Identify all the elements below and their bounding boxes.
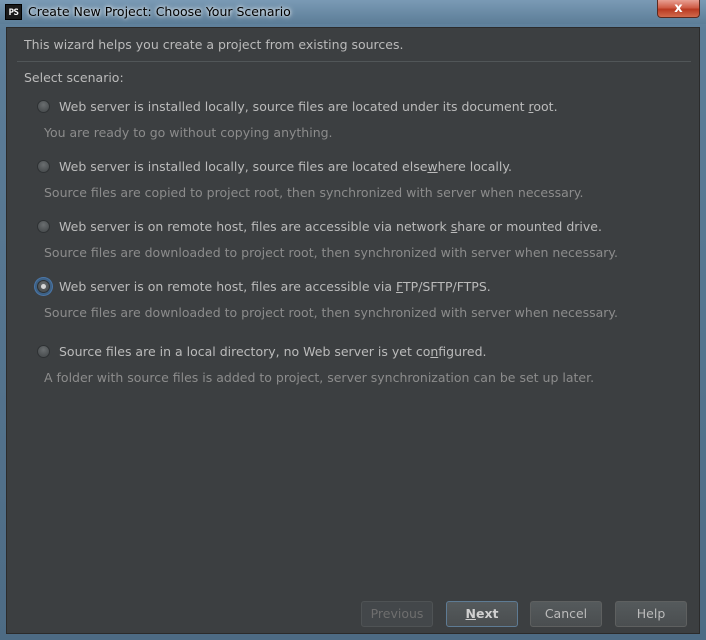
radio-button[interactable] bbox=[37, 159, 50, 173]
window-title: Create New Project: Choose Your Scenario bbox=[28, 4, 291, 19]
select-scenario-label: Select scenario: bbox=[24, 70, 124, 85]
option-description: Source files are copied to project root,… bbox=[44, 185, 584, 200]
title-bar[interactable]: PS Create New Project: Choose Your Scena… bbox=[0, 0, 706, 24]
scenario-option-ftp-sftp[interactable]: Web server is on remote host, files are … bbox=[37, 276, 491, 296]
dialog-window: PS Create New Project: Choose Your Scena… bbox=[0, 0, 706, 640]
divider bbox=[17, 61, 691, 62]
previous-button[interactable]: Previous bbox=[361, 601, 433, 627]
cancel-button[interactable]: Cancel bbox=[530, 601, 602, 627]
option-description: Source files are downloaded to project r… bbox=[44, 245, 619, 260]
option-description: You are ready to go without copying anyt… bbox=[44, 125, 333, 140]
wizard-content: This wizard helps you create a project f… bbox=[6, 27, 700, 634]
close-button[interactable]: x bbox=[657, 0, 700, 18]
scenario-option-local-elsewhere[interactable]: Web server is installed locally, source … bbox=[37, 156, 512, 176]
option-description: Source files are downloaded to project r… bbox=[44, 305, 619, 320]
radio-button[interactable] bbox=[37, 99, 50, 113]
option-label: Web server is on remote host, files are … bbox=[59, 278, 491, 294]
option-label: Source files are in a local directory, n… bbox=[59, 343, 487, 359]
radio-button[interactable] bbox=[37, 219, 50, 233]
scenario-option-local-directory[interactable]: Source files are in a local directory, n… bbox=[37, 341, 486, 361]
option-label: Web server is installed locally, source … bbox=[59, 158, 512, 174]
scenario-option-network-share[interactable]: Web server is on remote host, files are … bbox=[37, 216, 602, 236]
radio-button[interactable] bbox=[37, 344, 50, 358]
next-button[interactable]: Next bbox=[446, 601, 518, 627]
option-description: A folder with source files is added to p… bbox=[44, 370, 595, 385]
scenario-option-local-docroot[interactable]: Web server is installed locally, source … bbox=[37, 96, 558, 116]
option-label: Web server is on remote host, files are … bbox=[59, 218, 602, 234]
radio-button-selected[interactable] bbox=[37, 279, 50, 293]
phpstorm-app-icon: PS bbox=[5, 4, 22, 20]
close-icon: x bbox=[674, 1, 683, 16]
option-label: Web server is installed locally, source … bbox=[59, 98, 558, 114]
wizard-description: This wizard helps you create a project f… bbox=[24, 37, 404, 52]
help-button[interactable]: Help bbox=[615, 601, 687, 627]
